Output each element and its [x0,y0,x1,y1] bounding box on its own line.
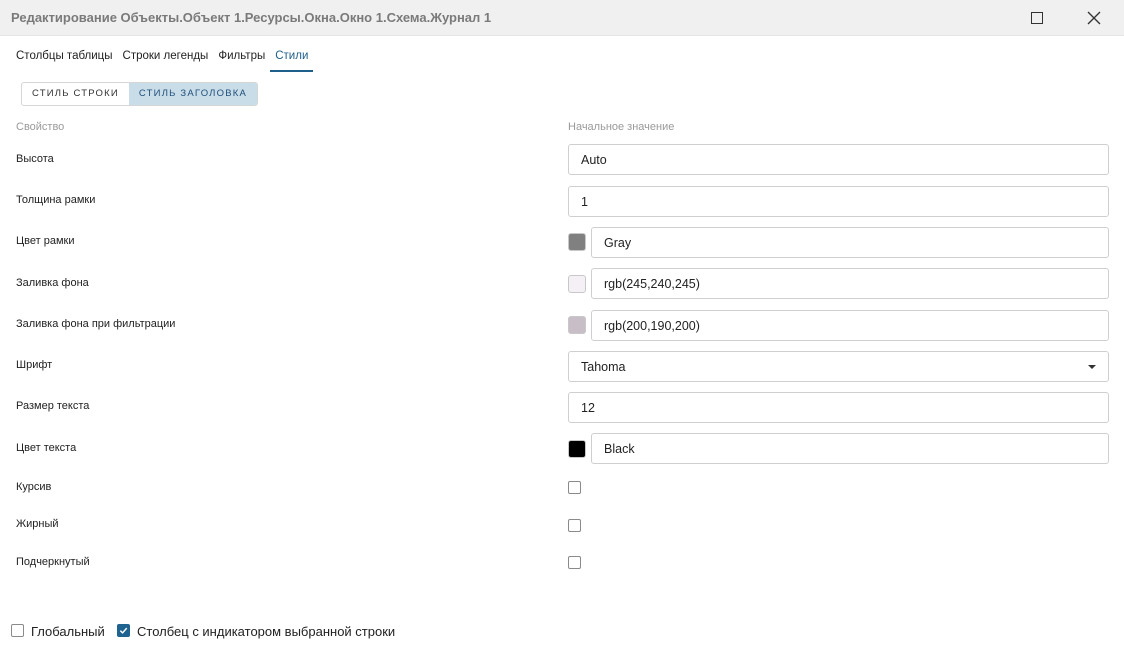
font-size-label: Размер текста [16,400,90,412]
filter-background-label: Заливка фона при фильтрации [16,318,176,330]
tab-table-columns[interactable]: Столбцы таблицы [16,48,118,72]
text-color-swatch[interactable] [568,440,586,458]
filter-background-input[interactable]: rgb(200,190,200) [591,310,1109,341]
maximize-icon [1031,12,1043,24]
underline-checkbox[interactable] [568,556,581,569]
style-switch: СТИЛЬ СТРОКИ СТИЛЬ ЗАГОЛОВКА [21,82,259,106]
italic-label: Курсив [16,481,52,493]
chevron-down-icon [1088,365,1096,369]
tab-bar: Столбцы таблицы Строки легенды Фильтры С… [16,48,314,72]
tab-filters[interactable]: Фильтры [213,48,270,72]
bold-label: Жирный [16,518,59,530]
font-label: Шрифт [16,359,53,371]
close-icon [1087,11,1101,25]
text-color-label: Цвет текста [16,442,77,454]
header-style-button[interactable]: СТИЛЬ ЗАГОЛОВКА [128,83,258,105]
filter-background-swatch[interactable] [568,316,586,334]
global-label[interactable]: Глобальный [31,624,105,639]
tab-styles[interactable]: Стили [270,48,314,72]
bold-checkbox[interactable] [568,519,581,532]
tab-legend-rows[interactable]: Строки легенды [118,48,214,72]
title-bar: Редактирование Объекты.Объект 1.Ресурсы.… [0,0,1124,36]
font-select[interactable]: Tahoma [568,351,1109,382]
initial-value-column-header: Начальное значение [568,121,675,133]
height-input[interactable]: Auto [568,144,1109,175]
background-color-swatch[interactable] [568,275,586,293]
close-button[interactable] [1071,0,1117,36]
window-title: Редактирование Объекты.Объект 1.Ресурсы.… [11,10,492,25]
font-size-input[interactable]: 12 [568,392,1109,423]
border-width-label: Толщина рамки [16,194,96,206]
underline-label: Подчеркнутый [16,556,90,568]
border-color-input[interactable]: Gray [591,227,1109,258]
global-checkbox[interactable] [11,624,24,637]
maximize-button[interactable] [1014,0,1060,36]
indicator-column-checkbox[interactable] [117,624,130,637]
row-style-button[interactable]: СТИЛЬ СТРОКИ [22,83,129,105]
border-width-input[interactable]: 1 [568,186,1109,217]
border-color-label: Цвет рамки [16,235,75,247]
height-label: Высота [16,153,54,165]
border-color-swatch[interactable] [568,233,586,251]
check-icon [119,627,128,634]
italic-checkbox[interactable] [568,481,581,494]
text-color-input[interactable]: Black [591,433,1109,464]
indicator-column-label[interactable]: Столбец с индикатором выбранной строки [137,624,395,639]
property-column-header: Свойство [16,121,65,133]
font-select-value: Tahoma [581,359,626,374]
background-input[interactable]: rgb(245,240,245) [591,268,1109,299]
background-label: Заливка фона [16,277,89,289]
